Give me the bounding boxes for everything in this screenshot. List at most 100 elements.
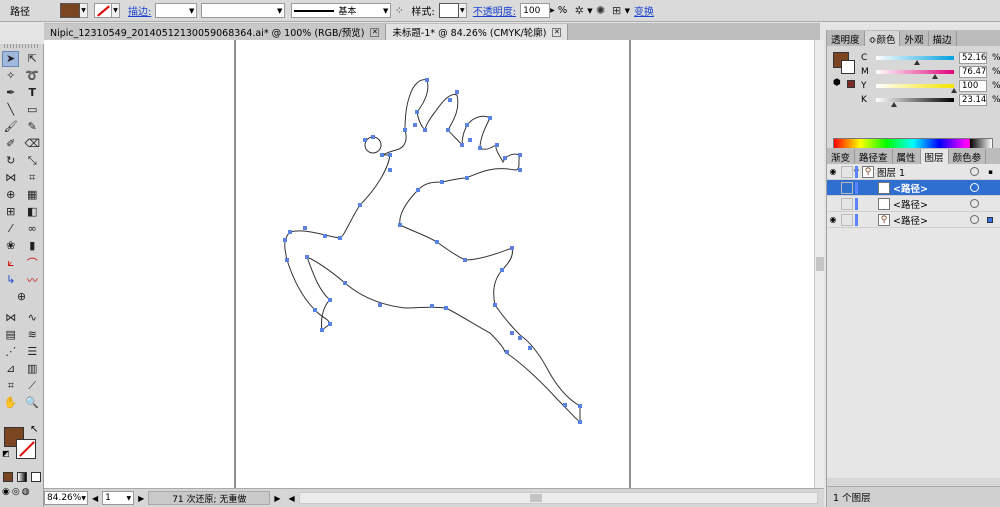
eye-icon[interactable]: ◉ [827,167,839,176]
anchor-point[interactable] [425,78,429,82]
eraser-tool-icon[interactable]: ⌫ [24,136,41,152]
shape-builder-tool-icon[interactable]: ⊕ [2,187,19,203]
anchor-point[interactable] [518,153,522,157]
anchor-point[interactable] [510,246,514,250]
knife-tool-icon[interactable]: ⟋ [24,378,41,394]
anchor-point[interactable] [320,328,324,332]
vertical-scroll-thumb[interactable] [816,257,824,271]
transform-link[interactable]: 变换 [634,3,654,18]
tab-transparency[interactable]: 透明度 [827,31,865,46]
horizontal-scrollbar[interactable] [298,492,818,504]
perspective-grid-tool-icon[interactable]: ▦ [24,187,41,203]
vertical-scrollbar[interactable] [814,40,824,488]
anchor-point[interactable] [528,346,532,350]
sublayer-row[interactable]: ◉ ⚲ <路径> [827,212,1000,228]
warp-tool-icon[interactable]: ⋈ [2,310,19,326]
tab-untitled-document[interactable]: 未标题-1* @ 84.26% (CMYK/轮廓) ✕ [386,24,569,40]
anchor-point[interactable] [468,138,472,142]
anchor-point[interactable] [435,240,439,244]
free-transform-tool-icon[interactable]: ⌗ [24,170,41,186]
target-icon[interactable] [970,215,979,224]
channel-value-field[interactable]: 100 [959,80,987,92]
lock-toggle[interactable] [841,165,853,178]
tab-layers[interactable]: 图层 [920,149,949,164]
tab-color[interactable]: ≎颜色 [864,31,901,46]
rotate-tool-icon[interactable]: ↻ [2,153,19,169]
target-icon[interactable] [970,167,979,176]
pen-tool-icon[interactable]: ✒ [2,85,19,101]
slice-tool-icon[interactable]: ⌒ [24,255,41,271]
panel-grip[interactable] [4,44,39,48]
slider-knob[interactable] [891,102,897,107]
magic-wand-tool-icon[interactable]: ✧ [2,68,19,84]
blend-tool-icon[interactable]: ∞ [24,221,41,237]
tab-attributes[interactable]: 属性 [893,149,921,164]
anchor-point[interactable] [288,230,292,234]
anchor-point[interactable] [343,281,347,285]
anchor-point[interactable] [478,146,482,150]
slider-knob[interactable] [932,74,938,79]
status-info[interactable]: 71 次还原; 无重做 [148,491,271,505]
slider-knob[interactable] [951,88,957,93]
anchor-point[interactable] [303,226,307,230]
channel-value-field[interactable]: 23.14 [959,94,987,106]
anchor-point[interactable] [388,168,392,172]
stroke-weight-field[interactable]: ▼ [155,3,198,18]
paintbrush-tool-icon[interactable]: 🖌 [2,119,19,135]
channel-value-field[interactable]: 76.47 [959,66,987,78]
fill-color-swatch[interactable] [60,3,80,18]
anchor-point[interactable] [416,188,420,192]
anchor-point[interactable] [423,128,427,132]
stroke-dropdown-arrow[interactable]: ▼ [112,3,120,18]
anchor-point[interactable] [563,403,567,407]
recolor-artwork-icon[interactable]: ✲ [571,3,587,19]
lock-toggle[interactable] [841,197,853,210]
sublayer-row[interactable]: <路径> [827,180,1000,196]
anchor-point[interactable] [460,143,464,147]
eye-icon[interactable]: ◉ [827,215,839,224]
variable-width-field[interactable]: ▼ [201,3,286,18]
color-mode-icon[interactable] [3,472,13,482]
color-panel-stroke-swatch[interactable] [841,60,855,74]
wrinkle-tool-icon[interactable]: ☰ [24,344,41,360]
anchor-point[interactable] [363,138,367,142]
symbol-sprayer-tool-icon[interactable]: ❀ [2,238,19,254]
next-artboard-icon[interactable]: ▶ [138,494,144,503]
stroke-swatch[interactable] [16,439,36,459]
scroll-left-icon[interactable]: ◀ [288,494,294,503]
anchor-point[interactable] [328,322,332,326]
pucker-tool-icon[interactable]: ▤ [2,327,19,343]
width-tool-icon[interactable]: ⋈ [2,170,19,186]
anchor-point[interactable] [328,298,332,302]
stroke-none-swatch[interactable] [94,3,112,18]
style-dropdown-arrow[interactable]: ▼ [458,3,467,18]
anchor-point[interactable] [430,304,434,308]
sublayer-row[interactable]: <路径> [827,196,1000,212]
live-paint-select-icon[interactable]: ▥ [24,361,41,377]
line-tool-icon[interactable]: ╲ [2,102,19,118]
brush-definition-field[interactable]: 基本 ▼ [291,3,392,18]
tab-appearance[interactable]: 外观 [900,31,929,46]
anchor-point[interactable] [305,255,309,259]
gear-icon[interactable]: ✺ [593,3,609,19]
horizontal-scroll-thumb[interactable] [529,494,542,502]
crop-tool-icon[interactable]: ⌗ [2,378,19,394]
target-tool-icon[interactable]: ⊕ [13,289,30,305]
anchor-point[interactable] [495,143,499,147]
gradient-tool-icon[interactable]: ◧ [24,204,41,220]
gamut-color-swatch[interactable] [847,80,855,88]
fill-dropdown-arrow[interactable]: ▼ [80,3,88,18]
anchor-point[interactable] [398,223,402,227]
anchor-point[interactable] [518,336,522,340]
selection-tool-icon[interactable]: ➤ [2,50,20,67]
anchor-point[interactable] [578,420,582,424]
none-mode-icon[interactable] [31,472,41,482]
deer-path[interactable] [284,79,581,424]
scale-tool-icon[interactable]: ⤡ [24,153,41,169]
blob-brush-tool-icon[interactable]: ✐ [2,136,19,152]
lasso-tool-icon[interactable]: ➰ [24,68,41,84]
channel-value-field[interactable]: 52.16 [959,52,987,64]
anchor-point[interactable] [440,180,444,184]
anchor-point[interactable] [413,123,417,127]
anchor-point[interactable] [578,404,582,408]
